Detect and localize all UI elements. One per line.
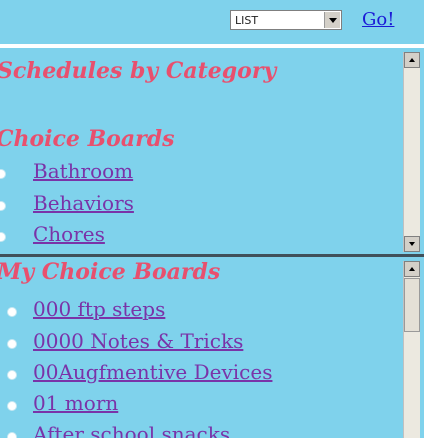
schedules-frame: Schedules by Category Choice Boards Bath… xyxy=(0,48,424,254)
go-link[interactable]: Go! xyxy=(362,9,394,30)
bullet-icon xyxy=(0,201,6,211)
bullet-icon xyxy=(7,370,17,380)
board-link-01-morn[interactable]: 01 morn xyxy=(33,391,118,415)
board-link-after-school-snacks[interactable]: After school snacks xyxy=(33,422,230,438)
list-item: 000 ftp steps xyxy=(0,297,392,323)
scroll-up-arrow-icon[interactable] xyxy=(404,261,420,277)
my-boards-title: My Choice Boards xyxy=(0,259,221,285)
bullet-icon xyxy=(7,339,17,349)
bullet-icon xyxy=(7,432,17,438)
choice-boards-app: LIST Go! Schedules by Category Choice Bo… xyxy=(0,0,424,438)
board-link-bathroom[interactable]: Bathroom xyxy=(33,159,133,183)
scroll-up-arrow-icon[interactable] xyxy=(404,52,420,68)
list-item: Chores xyxy=(0,222,392,248)
board-link-augmentive-devices[interactable]: 00Augfmentive Devices xyxy=(33,360,272,384)
board-link-behaviors[interactable]: Behaviors xyxy=(33,191,134,215)
list-item: 00Augfmentive Devices xyxy=(0,360,392,386)
list-item: Behaviors xyxy=(0,191,392,217)
view-select-value: LIST xyxy=(235,14,259,27)
board-link-notes-tricks[interactable]: 0000 Notes & Tricks xyxy=(33,329,243,353)
list-item: 01 morn xyxy=(0,391,392,417)
view-select[interactable]: LIST xyxy=(230,10,342,30)
scroll-down-arrow-icon[interactable] xyxy=(404,236,420,252)
bullet-icon xyxy=(0,169,6,179)
bullet-icon xyxy=(7,307,17,317)
my-boards-frame: My Choice Boards 000 ftp steps 0000 Note… xyxy=(0,257,424,438)
schedules-title: Schedules by Category xyxy=(0,58,277,84)
bullet-icon xyxy=(7,401,17,411)
top-toolbar: LIST Go! xyxy=(0,0,424,44)
board-link-chores[interactable]: Chores xyxy=(33,222,105,246)
board-link-000-ftp-steps[interactable]: 000 ftp steps xyxy=(33,297,165,321)
list-item: After school snacks xyxy=(0,422,392,438)
bullet-icon xyxy=(0,232,6,242)
list-item: 0000 Notes & Tricks xyxy=(0,329,392,355)
my-boards-scrollbar[interactable] xyxy=(403,261,420,438)
schedules-scrollbar[interactable] xyxy=(403,52,420,252)
choice-boards-heading: Choice Boards xyxy=(0,126,175,152)
scrollbar-thumb[interactable] xyxy=(404,278,420,332)
chevron-down-icon[interactable] xyxy=(324,12,340,28)
list-item: Bathroom xyxy=(0,159,392,185)
